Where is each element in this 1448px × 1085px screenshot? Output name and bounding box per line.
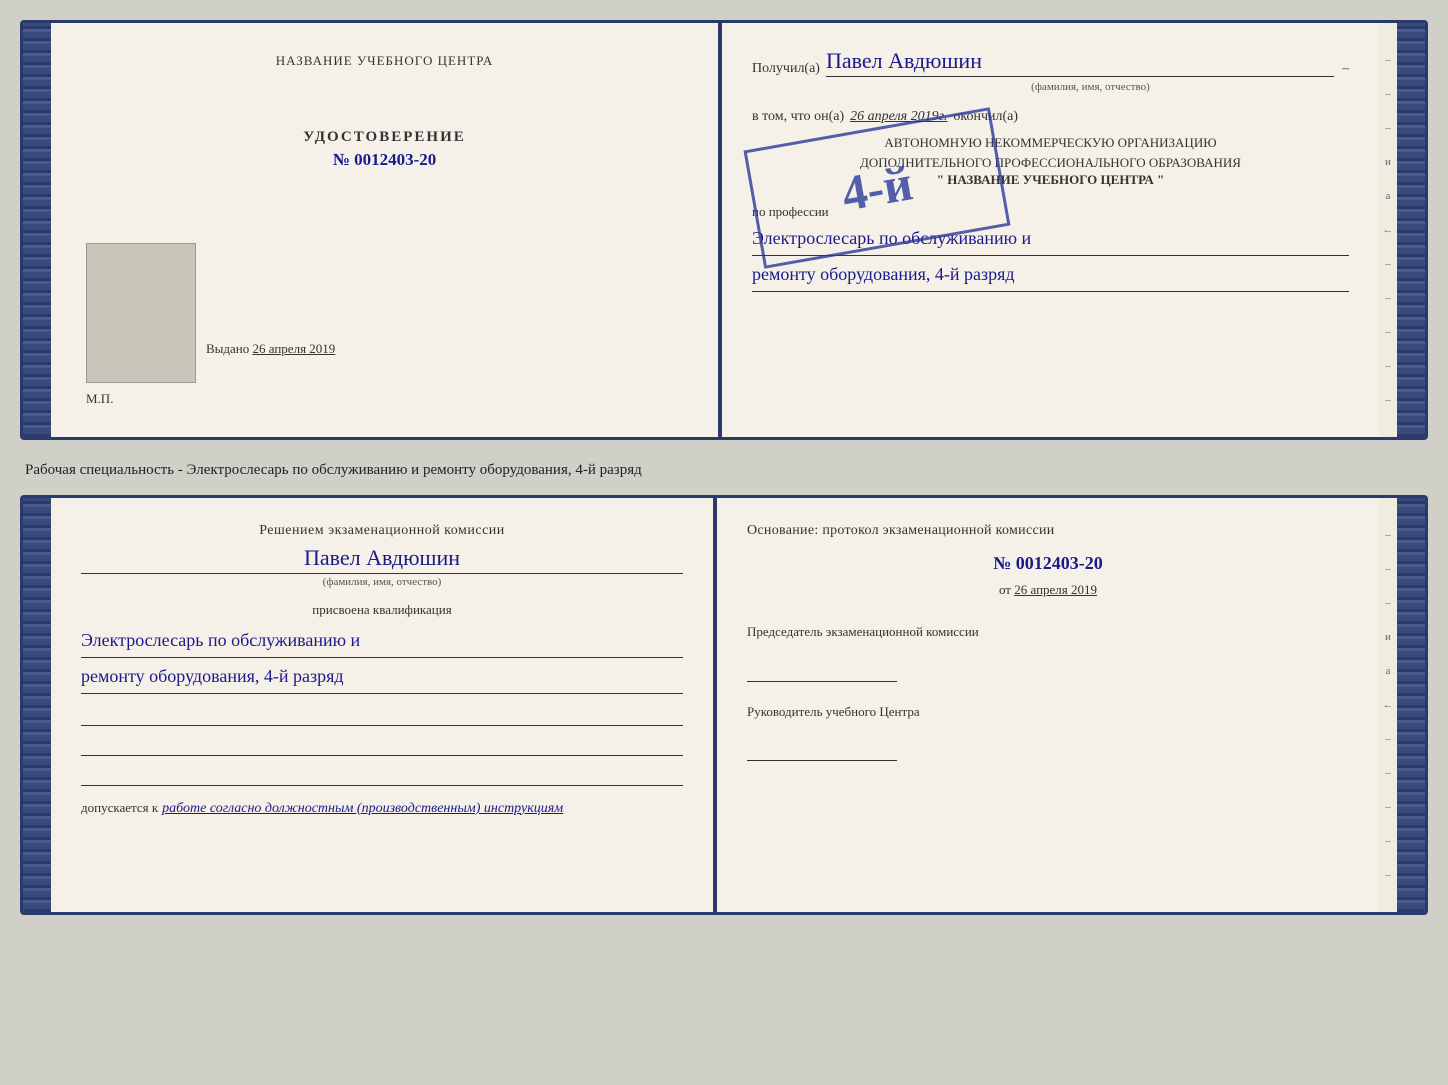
spine-right — [1397, 23, 1425, 437]
kvalif-line1: Электрослесарь по обслуживанию и — [81, 626, 683, 658]
document-top: НАЗВАНИЕ УЧЕБНОГО ЦЕНТРА УДОСТОВЕРЕНИЕ №… — [20, 20, 1428, 440]
right-edge-deco-bottom: – – – и а ← – – – – – — [1379, 498, 1397, 912]
deco-b-dash-7: – — [1381, 733, 1395, 745]
spine-bottom-right — [1397, 498, 1425, 912]
spine-bottom-left — [23, 498, 51, 912]
deco-dash-10: – — [1381, 360, 1395, 372]
vydano-label: Выдано — [206, 341, 249, 356]
ot-label: от — [999, 582, 1011, 597]
org-name-line: " НАЗВАНИЕ УЧЕБНОГО ЦЕНТРА " — [752, 172, 1349, 188]
org-line1: АВТОНОМНУЮ НЕКОММЕРЧЕСКУЮ ОРГАНИЗАЦИЮ — [752, 133, 1349, 153]
deco-dash-6: ← — [1381, 224, 1395, 236]
osnovanie-title: Основание: протокол экзаменационной коми… — [747, 523, 1349, 539]
rukovod-signature-line — [747, 741, 897, 761]
deco-b-dash-1: – — [1381, 529, 1395, 541]
poluchil-name: Павел Авдюшин — [826, 48, 1334, 77]
deco-b-dash-4: и — [1381, 631, 1395, 643]
professiya-line2: ремонту оборудования, 4-й разряд — [752, 260, 1349, 292]
poluchil-label: Получил(а) — [752, 61, 820, 77]
mp-label: М.П. — [86, 391, 113, 407]
deco-b-dash-5: а — [1381, 665, 1395, 677]
chairman-label: Председатель экзаменационной комиссии — [747, 622, 1349, 642]
page-top-left: НАЗВАНИЕ УЧЕБНОГО ЦЕНТРА УДОСТОВЕРЕНИЕ №… — [51, 23, 718, 437]
udostoverenie-title: УДОСТОВЕРЕНИЕ — [86, 129, 683, 146]
poluchil-line: Получил(а) Павел Авдюшин – — [752, 48, 1349, 77]
deco-dash-1: – — [1381, 54, 1395, 66]
page-bottom-left: Решением экзаменационной комиссии Павел … — [51, 498, 713, 912]
dash-after-name: – — [1342, 61, 1349, 77]
deco-b-dash-6: ← — [1381, 699, 1395, 711]
empty-line-3 — [81, 764, 683, 786]
deco-b-dash-9: – — [1381, 801, 1395, 813]
udostoverenie-number: № 0012403-20 — [86, 150, 683, 170]
udostoverenie-block: УДОСТОВЕРЕНИЕ № 0012403-20 — [86, 129, 683, 170]
empty-line-2 — [81, 734, 683, 756]
deco-dash-7: – — [1381, 258, 1395, 270]
deco-dash-11: – — [1381, 394, 1395, 406]
middle-text: Рабочая специальность - Электрослесарь п… — [20, 452, 1428, 483]
rukovod-label: Руководитель учебного Центра — [747, 702, 1349, 722]
bottom-name: Павел Авдюшин — [81, 545, 683, 574]
deco-b-dash-3: – — [1381, 597, 1395, 609]
deco-b-dash-11: – — [1381, 869, 1395, 881]
vtom-date: 26 апреля 2019г. — [850, 109, 947, 125]
vydano-date: 26 апреля 2019 — [253, 341, 336, 356]
dopusk-label: допускается к — [81, 800, 158, 816]
dopusk-value: работе согласно должностным (производств… — [162, 801, 563, 817]
dopuskaetsya-block: допускается к работе согласно должностны… — [81, 800, 683, 817]
po-professii-label: по профессии — [752, 204, 1349, 220]
page-container: НАЗВАНИЕ УЧЕБНОГО ЦЕНТРА УДОСТОВЕРЕНИЕ №… — [20, 20, 1428, 915]
empty-lines — [81, 704, 683, 786]
ot-date-line: от 26 апреля 2019 — [747, 582, 1349, 598]
right-edge-deco-top: – – – и а ← – – – – – — [1379, 23, 1397, 437]
vtom-line: в том, что он(а) 26 апреля 2019г. окончи… — [752, 109, 1349, 125]
document-bottom: Решением экзаменационной комиссии Павел … — [20, 495, 1428, 915]
deco-dash-3: – — [1381, 122, 1395, 134]
page-bottom-right: Основание: протокол экзаменационной коми… — [717, 498, 1379, 912]
deco-b-dash-10: – — [1381, 835, 1395, 847]
deco-dash-4: и — [1381, 156, 1395, 168]
deco-b-dash-8: – — [1381, 767, 1395, 779]
professiya-line1: Электрослесарь по обслуживанию и — [752, 224, 1349, 256]
vydano-block: Выдано 26 апреля 2019 — [206, 341, 335, 357]
empty-line-1 — [81, 704, 683, 726]
org-line2: ДОПОЛНИТЕЛЬНОГО ПРОФЕССИОНАЛЬНОГО ОБРАЗО… — [752, 153, 1349, 173]
spine-left — [23, 23, 51, 437]
chairman-signature-line — [747, 662, 897, 682]
deco-dash-8: – — [1381, 292, 1395, 304]
kvalif-line2: ремонту оборудования, 4-й разряд — [81, 662, 683, 694]
page-top-right: 4-й Получил(а) Павел Авдюшин – (фамилия,… — [722, 23, 1379, 437]
fio-subtitle-top: (фамилия, имя, отчество) — [832, 81, 1349, 93]
photo-placeholder — [86, 243, 196, 383]
chairman-block: Председатель экзаменационной комиссии — [747, 622, 1349, 682]
resheniem-title: Решением экзаменационной комиссии — [81, 523, 683, 539]
deco-dash-5: а — [1381, 190, 1395, 202]
prisvoena-label: присвоена квалификация — [81, 602, 683, 618]
deco-dash-2: – — [1381, 88, 1395, 100]
org-block: АВТОНОМНУЮ НЕКОММЕРЧЕСКУЮ ОРГАНИЗАЦИЮ ДО… — [752, 133, 1349, 188]
deco-b-dash-2: – — [1381, 563, 1395, 575]
okonchil-label: окончил(а) — [953, 109, 1018, 125]
vtom-label: в том, что он(а) — [752, 109, 844, 125]
fio-sub-bottom: (фамилия, имя, отчество) — [81, 576, 683, 588]
training-center-label-top: НАЗВАНИЕ УЧЕБНОГО ЦЕНТРА — [86, 53, 683, 69]
protocol-number: № 0012403-20 — [747, 553, 1349, 574]
deco-dash-9: – — [1381, 326, 1395, 338]
ot-date-value: 26 апреля 2019 — [1014, 582, 1097, 597]
